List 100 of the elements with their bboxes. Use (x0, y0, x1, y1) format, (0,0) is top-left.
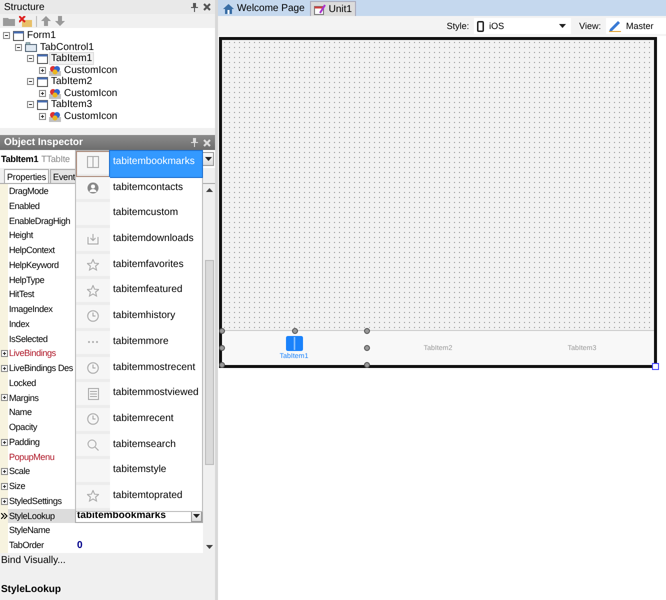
property-name[interactable]: Height (8, 228, 75, 243)
scrollbar[interactable] (203, 184, 215, 553)
tree-item[interactable]: CustomIcon (63, 88, 118, 99)
property-name[interactable]: EnableDragHigh (8, 214, 75, 228)
style-option[interactable]: tabitemstyle (110, 459, 202, 485)
scroll-down-icon[interactable] (206, 545, 212, 549)
property-name[interactable]: LiveBindings Des (8, 361, 75, 376)
delete-icon[interactable] (19, 16, 32, 26)
property-name[interactable]: ImageIndex (8, 302, 75, 317)
style-option[interactable]: tabitemcontacts (110, 176, 202, 202)
property-name[interactable]: TabOrder (8, 538, 75, 553)
pin-icon[interactable] (191, 138, 198, 147)
style-option[interactable]: tabitemsearch (110, 434, 202, 460)
tree-item[interactable]: TabItem1 (50, 53, 94, 64)
tree-item[interactable]: TabControl1 (39, 42, 95, 53)
style-dropdown[interactable]: iOS (474, 18, 572, 34)
style-option[interactable]: tabitemdownloads (110, 228, 202, 254)
clock-icon (87, 413, 99, 426)
pin-icon[interactable] (191, 2, 198, 12)
property-name[interactable]: Opacity (8, 420, 75, 435)
style-option[interactable]: tabitemfeatured (110, 279, 202, 306)
expand-icon[interactable] (0, 394, 8, 402)
property-name[interactable]: Padding (8, 434, 75, 450)
property-name[interactable]: Locked (8, 376, 75, 390)
property-name[interactable]: PopupMenu (8, 450, 75, 464)
tree-item[interactable]: Form1 (26, 30, 57, 42)
tree-item[interactable]: TabItem3 (50, 99, 94, 110)
expander-icon[interactable] (39, 112, 46, 120)
expand-icon[interactable] (0, 350, 8, 358)
view-dropdown[interactable]: Master (606, 18, 666, 34)
dropdown-button[interactable] (202, 152, 214, 166)
book-icon (87, 156, 99, 168)
property-name[interactable]: HelpKeyword (8, 258, 75, 272)
editor-tab[interactable]: Welcome Page (220, 1, 308, 16)
style-option[interactable]: tabitemmore (110, 330, 202, 356)
tree-item[interactable]: TabItem2 (50, 76, 94, 88)
selection-handle[interactable] (219, 362, 225, 368)
bind-visually-link[interactable]: Bind Visually... (1, 554, 66, 566)
expand-icon[interactable] (0, 438, 8, 446)
expand-icon[interactable] (0, 482, 8, 490)
style-option[interactable]: tabitemmostviewed (110, 382, 202, 408)
close-icon[interactable] (203, 3, 211, 11)
property-name[interactable]: Index (8, 316, 75, 332)
expander-icon[interactable] (3, 32, 10, 40)
house-icon (223, 4, 234, 14)
expander-icon[interactable] (27, 78, 34, 86)
caret-icon (559, 24, 566, 28)
scroll-up-icon[interactable] (206, 188, 212, 192)
property-name[interactable]: HelpType (8, 272, 75, 288)
tree-item[interactable]: CustomIcon (63, 64, 118, 76)
current-row-icon (0, 512, 8, 519)
search-icon (87, 438, 99, 451)
property-name[interactable]: LiveBindings (8, 346, 75, 361)
expander-icon[interactable] (39, 66, 46, 74)
property-name[interactable]: Scale (8, 464, 75, 479)
property-name[interactable]: IsSelected (8, 332, 75, 346)
style-option[interactable]: tabitemrecent (110, 408, 202, 434)
style-option[interactable]: tabitemcustom (110, 202, 202, 228)
star-icon (87, 490, 99, 502)
property-name[interactable]: DragMode (8, 184, 75, 199)
selection-handle[interactable] (364, 362, 370, 368)
expander-icon[interactable] (15, 44, 22, 51)
selection-handle[interactable] (219, 345, 225, 351)
star-icon (87, 259, 99, 272)
property-name[interactable]: HitTest (8, 287, 75, 302)
more-icon (87, 340, 99, 344)
clock-icon (87, 362, 99, 374)
style-option[interactable]: tabitemmostrecent (110, 356, 202, 382)
resize-handle[interactable] (652, 363, 659, 370)
property-name[interactable]: Enabled (8, 198, 75, 214)
download-icon (87, 233, 99, 246)
style-option[interactable]: tabitemfavorites (110, 254, 202, 280)
editor-tab[interactable]: Unit1 (310, 1, 356, 16)
component-icon (49, 110, 61, 122)
expand-icon[interactable] (0, 364, 8, 372)
property-name[interactable]: HelpContext (8, 243, 75, 258)
panel-title: Structure (4, 2, 46, 12)
expander-icon[interactable] (39, 90, 46, 97)
caret-icon (204, 157, 212, 161)
selection-handle[interactable] (364, 345, 370, 351)
property-name[interactable]: Name (8, 405, 75, 420)
style-option[interactable]: tabitemhistory (110, 305, 202, 331)
property-value[interactable]: 0 (75, 540, 83, 551)
object-type: TTabIte (41, 154, 70, 164)
property-name[interactable]: Margins (8, 390, 75, 406)
component-icon (49, 64, 61, 76)
expand-icon[interactable] (0, 468, 8, 476)
tree-item[interactable]: CustomIcon (63, 110, 118, 122)
style-option[interactable]: tabitemtoprated (110, 484, 202, 511)
property-name[interactable]: StyleLookup (8, 508, 75, 524)
expand-icon[interactable] (0, 498, 8, 505)
expander-icon[interactable] (27, 101, 34, 108)
expander-icon[interactable] (27, 55, 34, 62)
scrollbar-thumb[interactable] (204, 260, 214, 465)
property-name[interactable]: StyledSettings (8, 494, 75, 508)
property-name[interactable]: Size (8, 479, 75, 494)
selection-handle[interactable] (219, 328, 225, 334)
tab-control-icon (25, 42, 37, 52)
inspector-tab[interactable]: Properties (4, 169, 50, 183)
property-name[interactable]: StyleName (8, 523, 75, 538)
